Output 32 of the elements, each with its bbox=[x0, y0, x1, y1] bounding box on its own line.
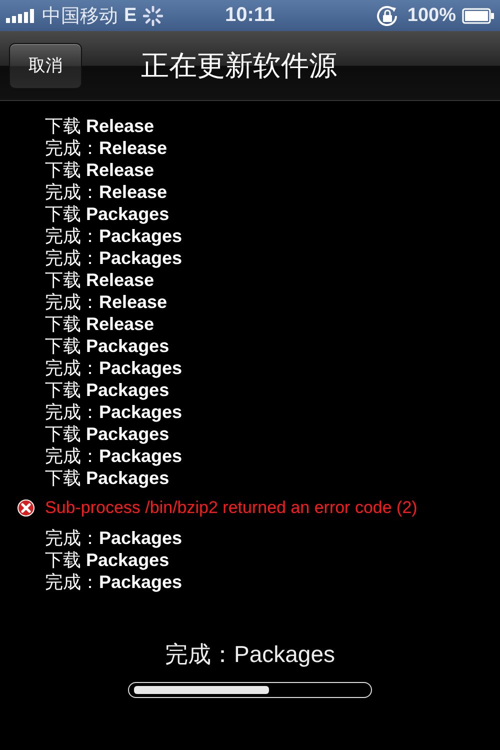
log-line: 下载 Release bbox=[45, 269, 156, 291]
battery-percent: 100% bbox=[407, 4, 456, 26]
network-type: E bbox=[124, 4, 137, 26]
log-line: 下载 Packages bbox=[45, 335, 170, 357]
error-message: Sub-process /bin/bzip2 returned an error code (2) bbox=[45, 498, 418, 518]
clock-time: 10:11 bbox=[224, 4, 276, 27]
log-line: 完成：Packages bbox=[45, 247, 184, 269]
log-line: 完成：Packages bbox=[45, 527, 184, 549]
carrier-name: 中国移动 bbox=[42, 4, 118, 28]
progress-status: 完成：Packages bbox=[164, 640, 335, 669]
activity-spinner-icon bbox=[142, 6, 163, 26]
page-title: 正在更新软件源 bbox=[141, 48, 337, 82]
log-line: 完成：Release bbox=[45, 291, 168, 313]
battery-icon bbox=[462, 8, 494, 24]
cancel-button[interactable]: 取消 bbox=[9, 42, 82, 88]
log-line: 下载 Packages bbox=[45, 379, 170, 401]
log-line: 完成：Release bbox=[45, 137, 168, 159]
log-line: 完成：Packages bbox=[45, 445, 184, 467]
signal-icon bbox=[6, 8, 36, 22]
log-line: 下载 Packages bbox=[45, 467, 170, 489]
log-line: 完成：Packages bbox=[45, 571, 184, 593]
log-line: 完成：Packages bbox=[45, 401, 184, 423]
log-line: 下载 Packages bbox=[45, 203, 170, 225]
log-line: 下载 Packages bbox=[45, 423, 170, 445]
log-line: 完成：Packages bbox=[45, 225, 184, 247]
log-line: 完成：Packages bbox=[45, 357, 184, 379]
log-line: 下载 Packages bbox=[45, 549, 170, 571]
log-line: 完成：Release bbox=[45, 181, 168, 203]
log-line: 下载 Release bbox=[45, 115, 156, 137]
error-icon bbox=[17, 499, 35, 517]
log-line: 下载 Release bbox=[45, 159, 156, 181]
log-line: 下载 Release bbox=[45, 313, 156, 335]
